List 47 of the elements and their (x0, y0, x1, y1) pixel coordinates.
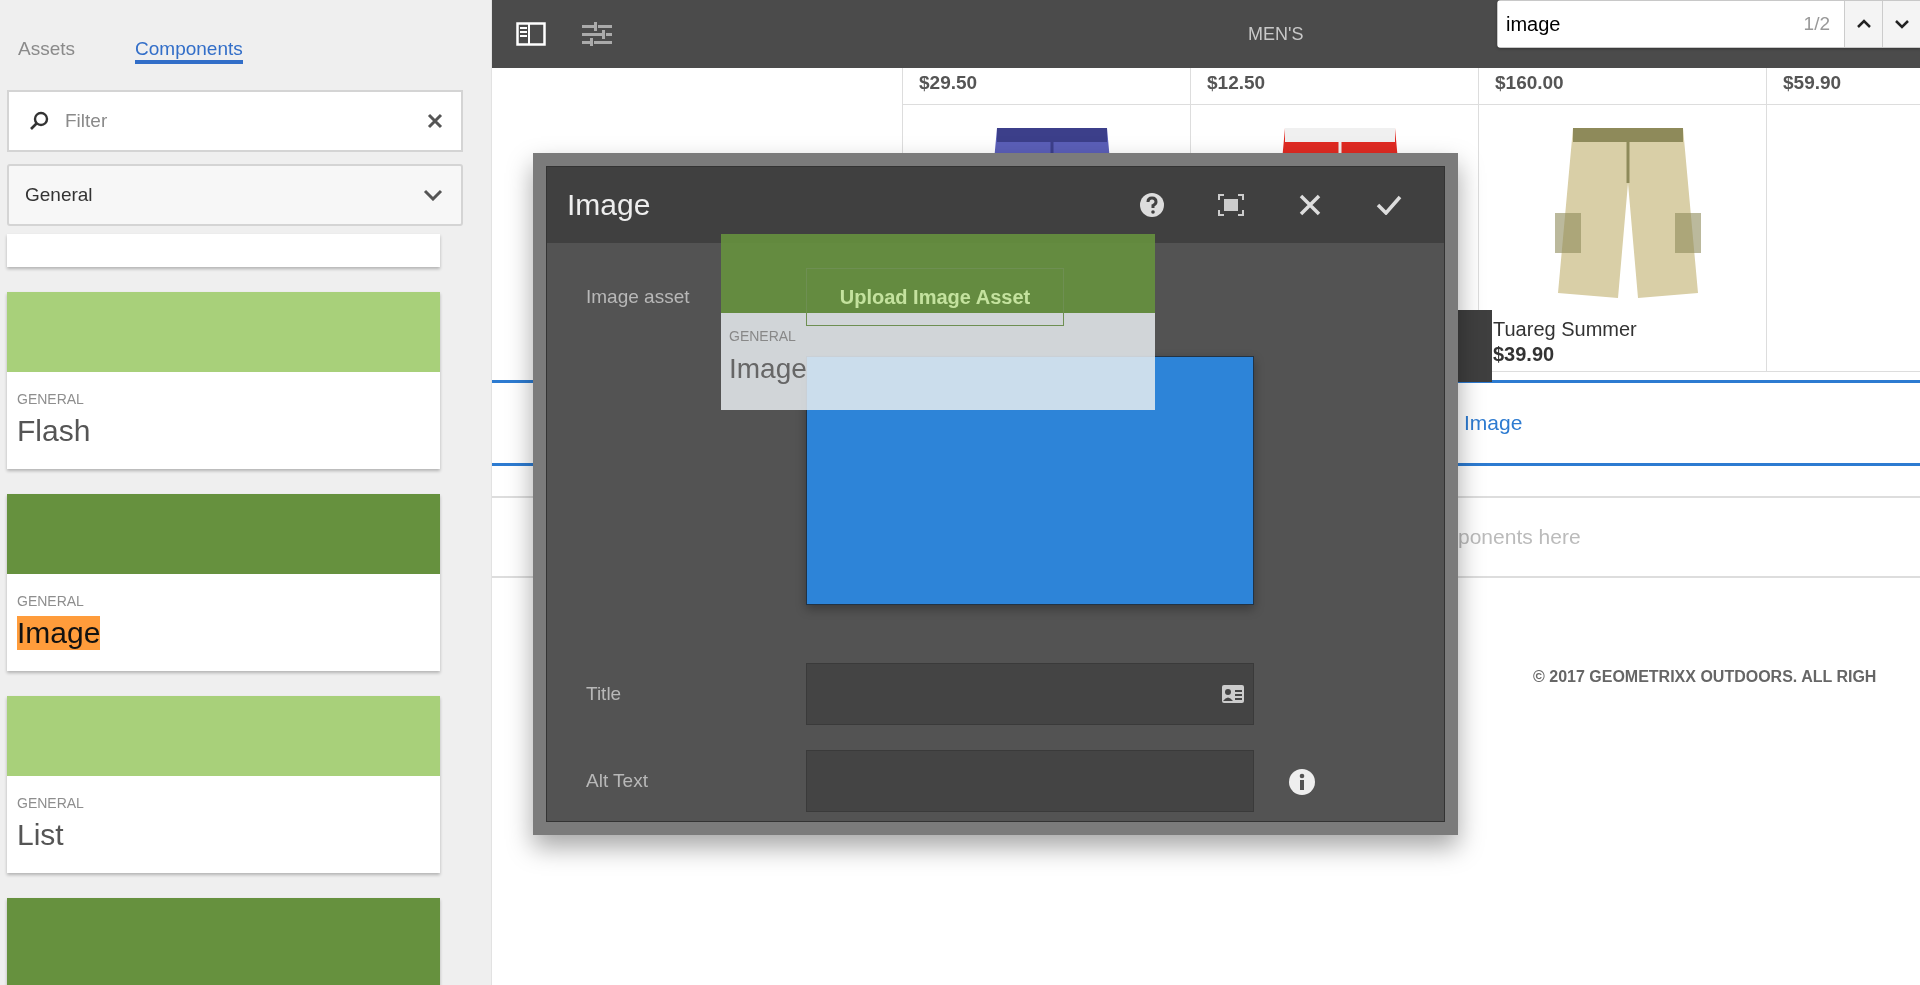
product-price: $160.00 (1495, 72, 1564, 93)
previous-match-button[interactable] (1844, 1, 1882, 47)
field-label: Title (585, 683, 623, 705)
side-panel-icon[interactable] (516, 22, 546, 46)
component-card[interactable]: GENERAL Flash (7, 292, 440, 469)
chevron-down-icon (423, 189, 443, 201)
next-match-button[interactable] (1882, 1, 1920, 47)
help-icon[interactable] (1139, 192, 1165, 218)
page-title: MEN'S (1248, 23, 1304, 45)
component-group: GENERAL (729, 328, 796, 344)
text-field[interactable] (806, 750, 1254, 812)
product-price: $59.90 (1783, 72, 1842, 93)
field-label: Image asset (585, 285, 691, 308)
product-name[interactable]: Tuareg Summer (1493, 318, 1766, 341)
fullscreen-icon[interactable] (1218, 194, 1244, 216)
product-price: $29.50 (919, 72, 978, 93)
component-name: List (17, 818, 64, 852)
check-icon[interactable] (1376, 195, 1402, 215)
group-dropdown[interactable]: General (7, 164, 463, 226)
component-group: GENERAL (17, 391, 84, 407)
product-price: $12.50 (1207, 72, 1266, 93)
find-input[interactable]: image (1498, 11, 1804, 37)
sliders-icon[interactable] (582, 22, 612, 46)
search-icon (29, 111, 49, 131)
close-icon[interactable] (1299, 194, 1321, 216)
dialog-title: Image (567, 188, 652, 222)
find-field[interactable]: image 1/2 (1498, 1, 1844, 47)
match-count: 1/2 (1803, 13, 1831, 35)
filter-field[interactable]: Filter (7, 90, 463, 152)
chevron-up-icon (1855, 19, 1872, 29)
sidebar-tab[interactable]: Components (135, 0, 243, 64)
component-card[interactable]: GENERAL List (7, 696, 440, 873)
component-name: Flash (17, 414, 91, 448)
filter-input[interactable]: Filter (63, 109, 413, 133)
id-card-icon (1221, 684, 1245, 704)
component-group: GENERAL (17, 795, 84, 811)
clear-icon[interactable] (427, 113, 443, 129)
text-field[interactable] (806, 663, 1254, 725)
chevron-down-icon (1893, 19, 1910, 29)
component-group: GENERAL (17, 593, 84, 609)
field-label: Alt Text (585, 770, 649, 792)
info-icon[interactable] (1288, 768, 1316, 796)
component-name: Image (17, 616, 101, 650)
product-price: $39.90 (1493, 343, 1556, 366)
footer-text: © 2017 GEOMETRIXX OUTDOORS. ALL RIGH (1532, 668, 1878, 686)
component-card[interactable]: GENERAL Image (7, 494, 440, 671)
component-name: Image (729, 353, 807, 385)
